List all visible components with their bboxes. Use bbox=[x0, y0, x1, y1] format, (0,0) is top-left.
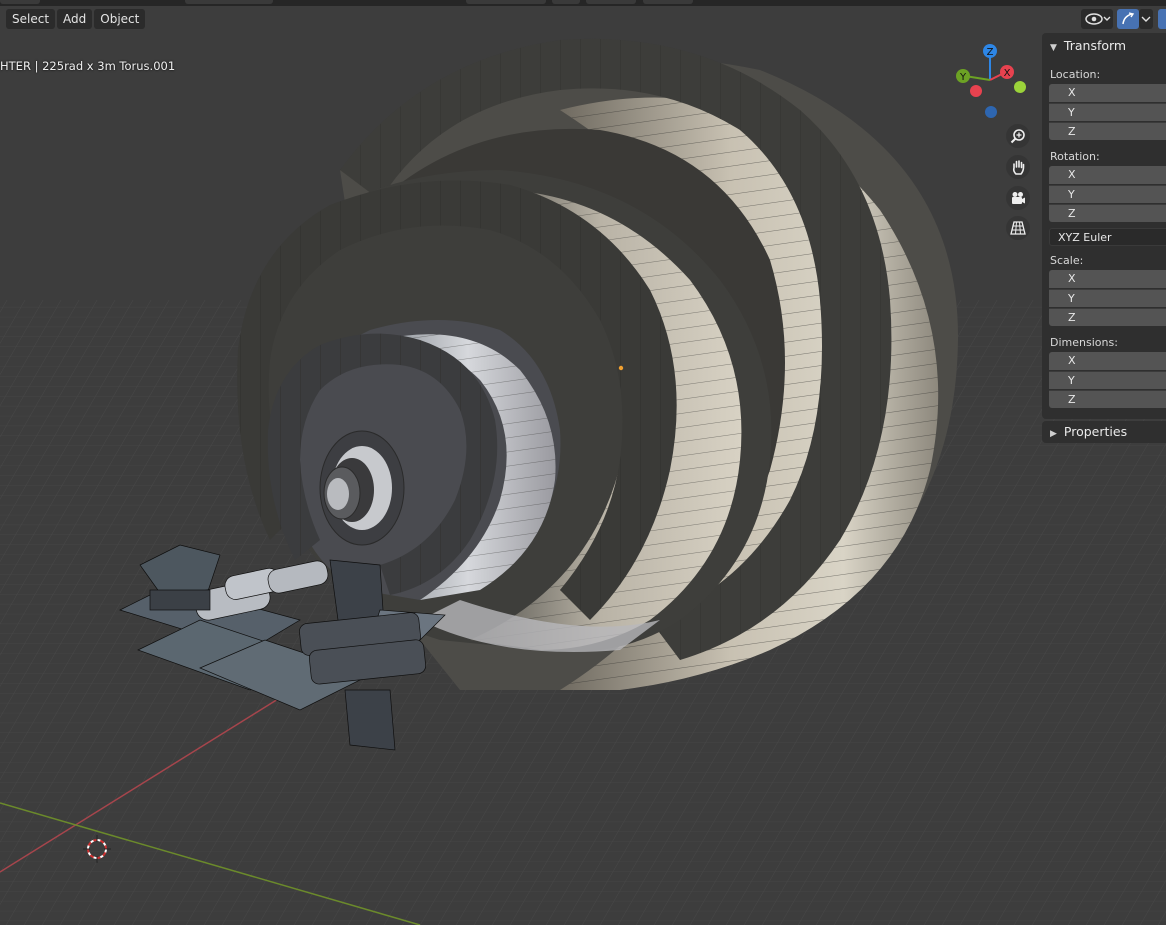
grid-view-icon bbox=[1010, 221, 1026, 235]
gizmo-label-z: Z bbox=[987, 47, 994, 58]
hand-pan-icon bbox=[1012, 160, 1025, 175]
top-strip-seg bbox=[0, 0, 40, 4]
pan-button[interactable] bbox=[1006, 155, 1030, 179]
rotation-label: Rotation: bbox=[1050, 150, 1100, 163]
gizmo-axis-neg-x[interactable] bbox=[970, 85, 982, 97]
camera-view-button[interactable] bbox=[1006, 186, 1030, 210]
expand-triangle-icon: ▶ bbox=[1050, 429, 1057, 439]
gizmo-label-x: X bbox=[1004, 68, 1011, 79]
location-x-field[interactable]: X bbox=[1049, 84, 1166, 102]
dimensions-y-field[interactable]: Y bbox=[1049, 371, 1166, 389]
top-strip-seg bbox=[466, 0, 546, 4]
overlay-toggle[interactable] bbox=[1158, 9, 1166, 29]
transform-header[interactable]: ▼ Transform bbox=[1050, 38, 1126, 53]
dimensions-label: Dimensions: bbox=[1050, 336, 1118, 349]
zoom-button[interactable] bbox=[1006, 124, 1030, 148]
dimensions-z-field[interactable]: Z bbox=[1049, 390, 1166, 408]
menu-select[interactable]: Select bbox=[6, 9, 56, 29]
gizmo-label-y: Y bbox=[959, 72, 967, 83]
gizmo-axis-neg-y[interactable] bbox=[1014, 81, 1026, 93]
zoom-icon bbox=[1010, 129, 1025, 144]
rotation-x-field[interactable]: X bbox=[1049, 166, 1166, 184]
gizmo-axis-neg-z[interactable] bbox=[985, 106, 997, 118]
scale-x-field[interactable]: X bbox=[1049, 270, 1166, 288]
gizmo-dropdown[interactable] bbox=[1139, 9, 1153, 29]
visibility-toggle[interactable] bbox=[1081, 9, 1113, 29]
location-label: Location: bbox=[1050, 68, 1101, 81]
menu-object[interactable]: Object bbox=[94, 9, 146, 29]
top-strip bbox=[0, 0, 1166, 6]
3d-viewport[interactable] bbox=[0, 0, 1166, 925]
collapse-triangle-icon: ▼ bbox=[1050, 43, 1057, 53]
menu-add[interactable]: Add bbox=[57, 9, 93, 29]
scale-z-field[interactable]: Z bbox=[1049, 308, 1166, 326]
rotation-mode-select[interactable]: XYZ Euler bbox=[1049, 228, 1166, 246]
gizmo-toggle[interactable] bbox=[1117, 9, 1139, 29]
header-menu: Select Add Object bbox=[6, 9, 146, 29]
viewport-info-text: HTER | 225rad x 3m Torus.001 bbox=[0, 59, 176, 73]
rotation-z-field[interactable]: Z bbox=[1049, 204, 1166, 222]
rotation-y-field[interactable]: Y bbox=[1049, 185, 1166, 203]
transform-title: Transform bbox=[1063, 38, 1127, 53]
chevron-down-icon bbox=[1141, 16, 1151, 22]
scale-y-field[interactable]: Y bbox=[1049, 289, 1166, 307]
location-y-field[interactable]: Y bbox=[1049, 103, 1166, 121]
properties-title: Properties bbox=[1063, 424, 1128, 439]
gizmo-icon bbox=[1122, 12, 1135, 25]
scale-label: Scale: bbox=[1050, 254, 1084, 267]
top-strip-seg bbox=[185, 0, 273, 4]
top-strip-seg bbox=[552, 0, 580, 4]
location-z-field[interactable]: Z bbox=[1049, 122, 1166, 140]
properties-header[interactable]: ▶ Properties bbox=[1042, 421, 1166, 443]
dimensions-x-field[interactable]: X bbox=[1049, 352, 1166, 370]
viewport-header: Select Add Object bbox=[0, 0, 1166, 36]
viewport-scene bbox=[0, 38, 1166, 925]
eye-icon bbox=[1085, 13, 1111, 25]
sidebar-transform-panel: ▼ Transform Location: X Y Z Rotation: X Y… bbox=[1042, 33, 1166, 419]
navigation-gizmo[interactable]: Z Y X bbox=[946, 40, 1036, 130]
top-strip-seg bbox=[586, 0, 636, 4]
perspective-toggle-button[interactable] bbox=[1006, 216, 1030, 240]
camera-icon bbox=[1012, 192, 1025, 204]
top-strip-seg bbox=[643, 0, 693, 4]
